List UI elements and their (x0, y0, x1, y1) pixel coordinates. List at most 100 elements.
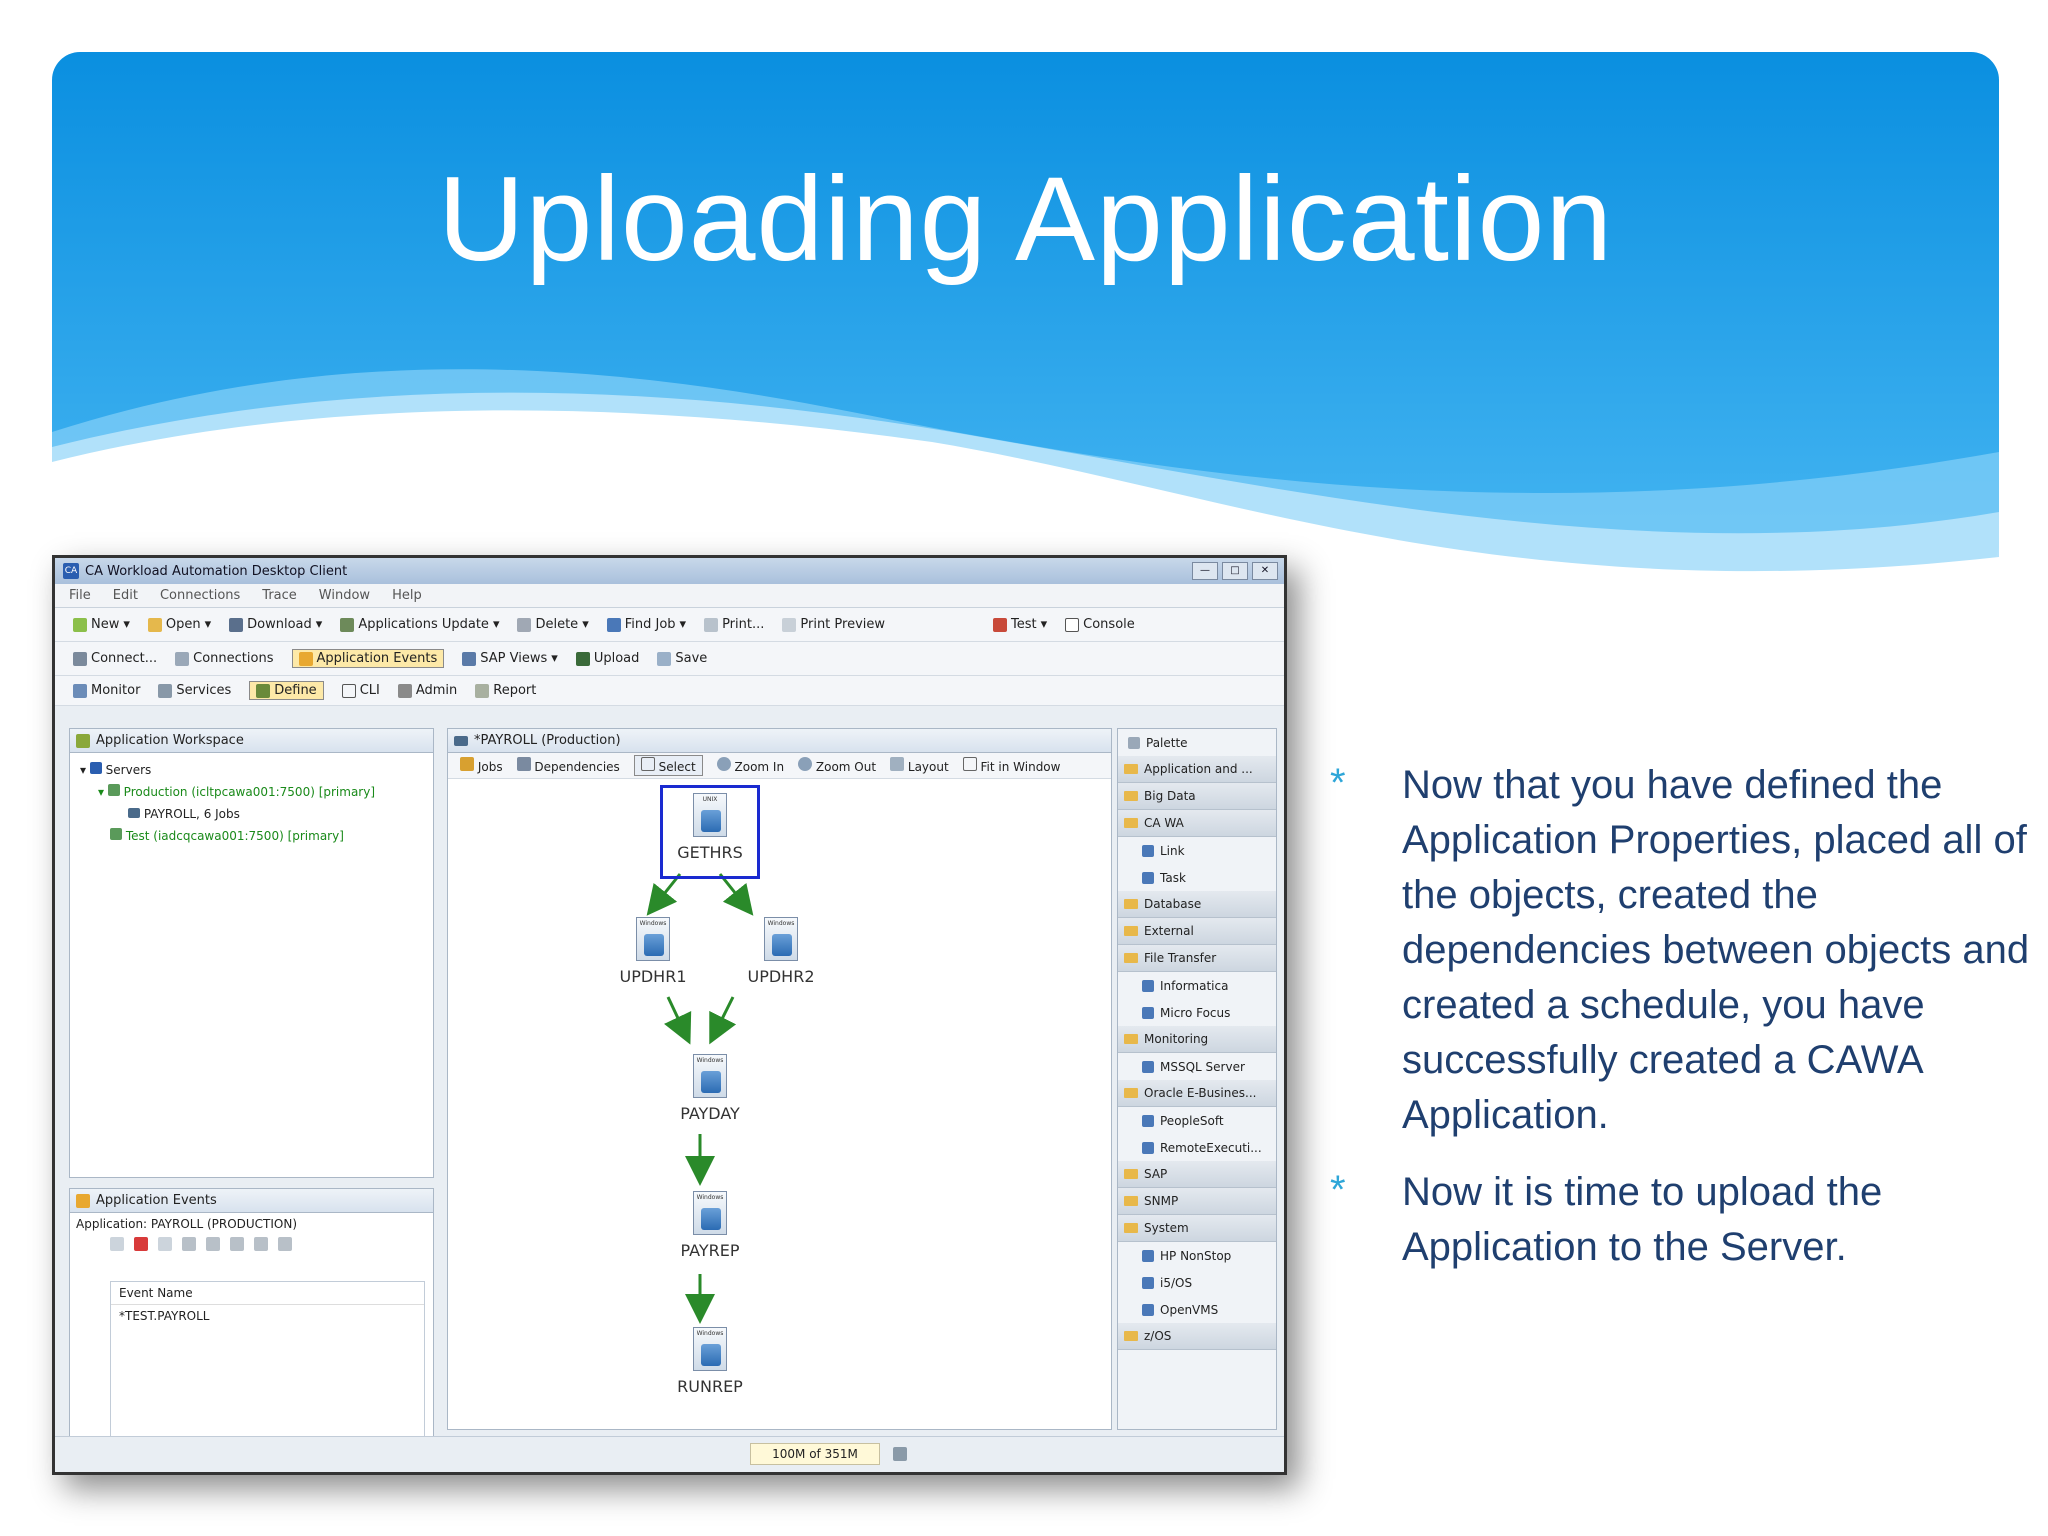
maximize-icon[interactable]: □ (1222, 562, 1248, 580)
menu-connections[interactable]: Connections (160, 588, 240, 603)
test-button[interactable]: Test ▾ (993, 617, 1047, 632)
bullet-star-icon: * (1330, 1168, 1346, 1212)
perspective-toolbar: Monitor Services Define CLI Admin Report (55, 676, 1284, 706)
palette-item[interactable]: MSSQL Server (1118, 1053, 1276, 1080)
report-button[interactable]: Report (475, 683, 536, 698)
palette-category[interactable]: Database (1118, 891, 1276, 918)
job-payrep[interactable]: Windows PAYREP (645, 1191, 775, 1260)
upload-button[interactable]: Upload (575, 651, 639, 666)
event-row[interactable]: *TEST.PAYROLL (111, 1305, 424, 1327)
palette-category[interactable]: Oracle E-Busines... (1118, 1080, 1276, 1107)
minimize-icon[interactable]: — (1192, 562, 1218, 580)
stop-icon[interactable] (230, 1237, 244, 1251)
job-type-icon (1142, 1060, 1154, 1073)
palette-category[interactable]: CA WA (1118, 810, 1276, 837)
editor-tab[interactable]: *PAYROLL (Production) (448, 729, 1111, 753)
palette-item[interactable]: Micro Focus (1118, 999, 1276, 1026)
application-events-button[interactable]: Application Events (291, 649, 445, 668)
fit-in-window-button[interactable]: Fit in Window (962, 757, 1060, 774)
monitor-button[interactable]: Monitor (73, 683, 140, 698)
palette-category[interactable]: Application and ... (1118, 756, 1276, 783)
trash-icon[interactable] (893, 1447, 907, 1461)
applications-update-button[interactable]: Applications Update ▾ (340, 617, 499, 632)
zoom-out-icon (798, 757, 813, 771)
sap-views-button[interactable]: SAP Views ▾ (462, 651, 558, 666)
palette-item[interactable]: PeopleSoft (1118, 1107, 1276, 1134)
palette-category[interactable]: SAP (1118, 1161, 1276, 1188)
windows-job-icon: Windows (764, 917, 798, 961)
new-event-icon[interactable] (110, 1237, 124, 1251)
open-button[interactable]: Open ▾ (147, 617, 211, 632)
folder-icon (1124, 953, 1138, 963)
services-button[interactable]: Services (158, 683, 231, 698)
open-label: Open (165, 617, 201, 632)
palette-item[interactable]: Task (1118, 864, 1276, 891)
menu-file[interactable]: File (69, 588, 91, 603)
palette-label: File Transfer (1144, 951, 1217, 965)
servers-label: Servers (105, 763, 152, 777)
refresh-icon[interactable] (278, 1237, 292, 1251)
select-button[interactable]: Select (633, 755, 703, 776)
job-payday[interactable]: Windows PAYDAY (645, 1054, 775, 1123)
dependencies-button[interactable]: Dependencies (516, 757, 620, 774)
zoom-in-button[interactable]: Zoom In (716, 757, 784, 774)
admin-button[interactable]: Admin (397, 683, 457, 698)
save-button[interactable]: Save (657, 651, 707, 666)
find-job-label: Find Job (624, 617, 676, 632)
cli-button[interactable]: CLI (341, 683, 380, 698)
menu-window[interactable]: Window (319, 588, 370, 603)
print-preview-button[interactable]: Print Preview (782, 617, 885, 632)
job-gethrs[interactable]: UNIX GETHRS (645, 793, 775, 862)
play-icon[interactable] (206, 1237, 220, 1251)
palette-label: Informatica (1160, 978, 1229, 993)
job-updhr1[interactable]: Windows UPDHR1 (588, 917, 718, 986)
new-button[interactable]: New ▾ (73, 617, 130, 632)
palette-category[interactable]: Monitoring (1118, 1026, 1276, 1053)
menu-help[interactable]: Help (392, 588, 422, 603)
connections-button[interactable]: Connections (175, 651, 274, 666)
define-button[interactable]: Define (249, 681, 324, 700)
palette-item[interactable]: i5/OS (1118, 1269, 1276, 1296)
palette-category[interactable]: z/OS (1118, 1323, 1276, 1350)
bullet-text: Now it is time to upload the Application… (1402, 1170, 1883, 1269)
menu-trace[interactable]: Trace (262, 588, 297, 603)
tree-item-production[interactable]: ▾ Production (icltpcawa001:7500) [primar… (80, 781, 433, 803)
jobs-button[interactable]: Jobs (460, 757, 503, 774)
zoom-out-button[interactable]: Zoom Out (798, 757, 876, 774)
job-updhr2[interactable]: Windows UPDHR2 (716, 917, 846, 986)
step-icon[interactable] (254, 1237, 268, 1251)
tree-item-servers[interactable]: ▾ Servers (80, 759, 433, 781)
folder-icon (1124, 818, 1138, 828)
save-event-icon[interactable] (158, 1237, 172, 1251)
palette-item[interactable]: HP NonStop (1118, 1242, 1276, 1269)
palette-category[interactable]: External (1118, 918, 1276, 945)
palette-item[interactable]: Informatica (1118, 972, 1276, 999)
console-label: Console (1083, 617, 1135, 632)
delete-button[interactable]: Delete ▾ (517, 617, 589, 632)
connect-button[interactable]: Connect... (73, 651, 157, 666)
palette-header[interactable]: Palette (1118, 729, 1276, 756)
palette-category[interactable]: File Transfer (1118, 945, 1276, 972)
event-name-column-header[interactable]: Event Name (111, 1282, 424, 1305)
job-name: PAYREP (680, 1241, 740, 1260)
palette-item[interactable]: OpenVMS (1118, 1296, 1276, 1323)
palette-category[interactable]: System (1118, 1215, 1276, 1242)
job-runrep[interactable]: Windows RUNREP (645, 1327, 775, 1396)
find-job-button[interactable]: Find Job ▾ (606, 617, 686, 632)
palette-label: MSSQL Server (1160, 1059, 1245, 1074)
delete-event-icon[interactable] (134, 1237, 148, 1251)
tree-item-payroll[interactable]: PAYROLL, 6 Jobs (80, 803, 433, 825)
layout-button[interactable]: Layout (890, 757, 949, 774)
wrench-icon (397, 683, 412, 698)
console-button[interactable]: Console (1065, 617, 1135, 632)
palette-category[interactable]: SNMP (1118, 1188, 1276, 1215)
pause-icon[interactable] (182, 1237, 196, 1251)
palette-item[interactable]: RemoteExecuti... (1118, 1134, 1276, 1161)
close-icon[interactable]: ✕ (1252, 562, 1278, 580)
palette-item[interactable]: Link (1118, 837, 1276, 864)
palette-category[interactable]: Big Data (1118, 783, 1276, 810)
print-button[interactable]: Print... (704, 617, 764, 632)
download-button[interactable]: Download ▾ (229, 617, 322, 632)
menu-edit[interactable]: Edit (113, 588, 138, 603)
tree-item-test[interactable]: Test (iadcqcawa001:7500) [primary] (80, 825, 433, 847)
